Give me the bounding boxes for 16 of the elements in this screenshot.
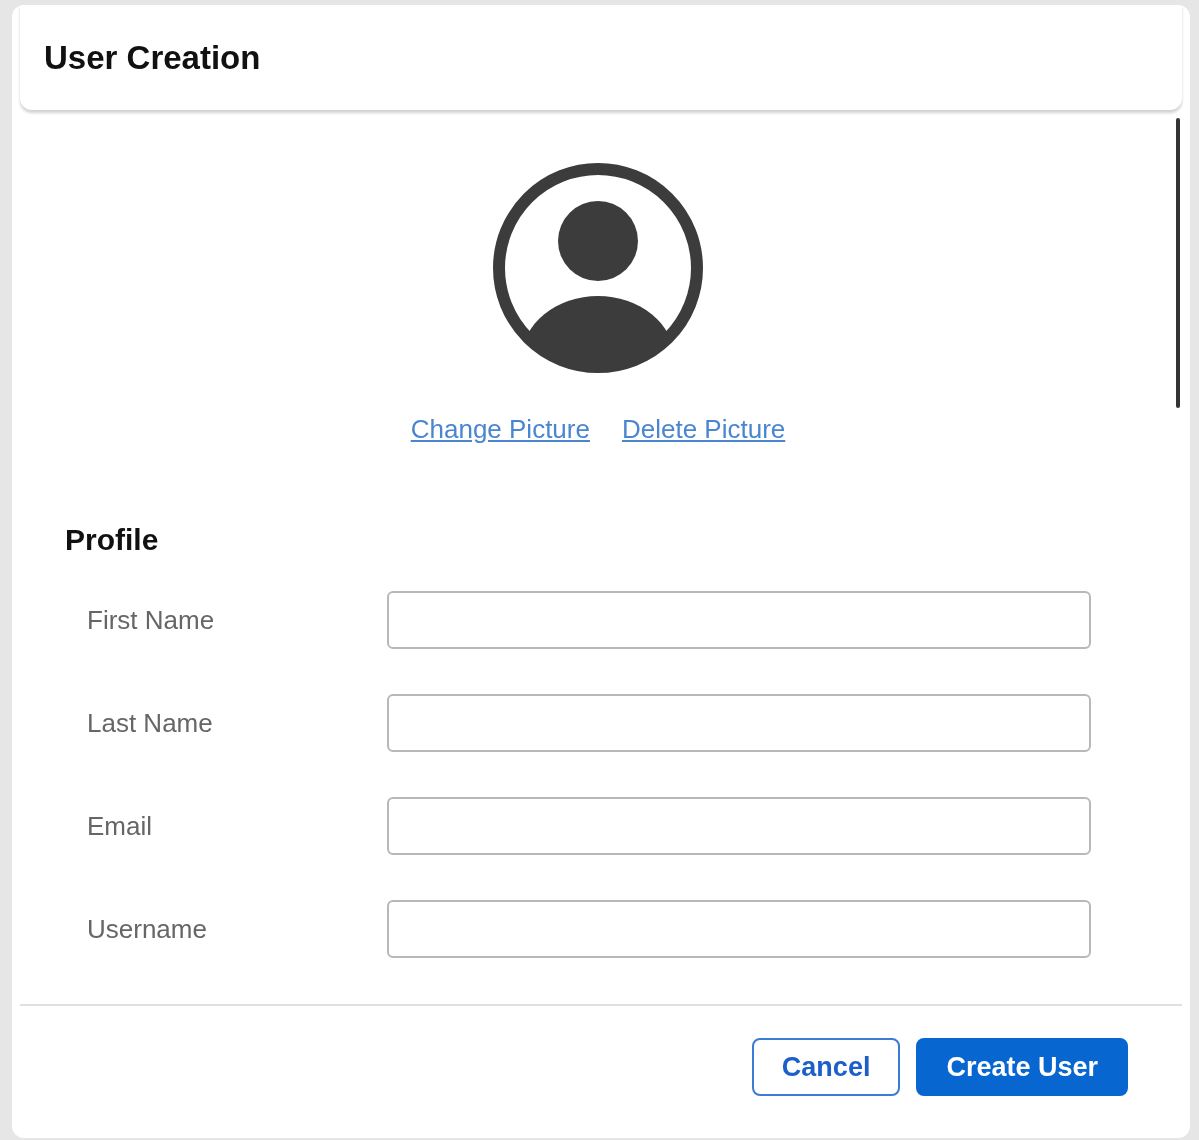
picture-link[interactable]: Change Picture: [410, 414, 590, 445]
input-field[interactable]: [387, 900, 1091, 958]
dialog-title: User Creation: [44, 38, 261, 77]
section-heading: Profile: [65, 523, 159, 557]
field-label: Last Name: [87, 707, 214, 739]
avatar-icon: [492, 162, 704, 374]
field-label: Email: [87, 810, 153, 842]
create-button[interactable]: Create User: [916, 1038, 1128, 1096]
input-field[interactable]: [387, 694, 1091, 752]
picture-link[interactable]: Delete Picture: [621, 414, 786, 445]
field-label: First Name: [87, 604, 216, 636]
field-label: Username: [87, 913, 208, 945]
input-field[interactable]: [387, 591, 1091, 649]
input-field[interactable]: [387, 797, 1091, 855]
cancel-button[interactable]: Cancel: [751, 1038, 901, 1096]
scrollbar[interactable]: [1176, 118, 1180, 408]
